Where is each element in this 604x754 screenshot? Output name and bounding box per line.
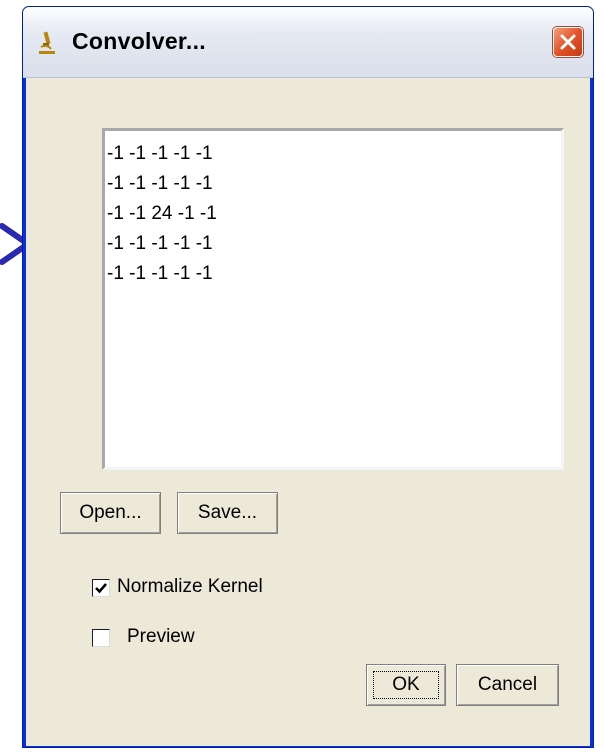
- kernel-textarea[interactable]: -1 -1 -1 -1 -1 -1 -1 -1 -1 -1 -1 -1 24 -…: [102, 128, 564, 470]
- dialog-body: -1 -1 -1 -1 -1 -1 -1 -1 -1 -1 -1 -1 24 -…: [26, 78, 590, 746]
- kernel-row: -1 -1 -1 -1 -1: [107, 173, 213, 194]
- convolver-dialog: Convolver... -1 -1 -1 -1 -1 -1 -1 -1 -1 …: [22, 6, 594, 748]
- save-button[interactable]: Save...: [177, 492, 278, 534]
- focus-ring: [373, 671, 439, 699]
- title-bar[interactable]: Convolver...: [23, 7, 593, 78]
- checkmark-icon: [95, 583, 107, 594]
- close-button[interactable]: [553, 27, 583, 57]
- window-title: Convolver...: [72, 28, 206, 54]
- kernel-row: -1 -1 24 -1 -1: [107, 203, 217, 224]
- ok-button[interactable]: OK: [366, 664, 446, 706]
- microscope-icon: [39, 31, 55, 54]
- normalize-kernel-checkbox[interactable]: [92, 579, 110, 597]
- kernel-row: -1 -1 -1 -1 -1: [107, 143, 213, 164]
- cancel-button[interactable]: Cancel: [456, 664, 559, 706]
- normalize-kernel-label: Normalize Kernel: [117, 576, 263, 597]
- preview-checkbox[interactable]: [92, 629, 110, 647]
- kernel-row: -1 -1 -1 -1 -1: [107, 233, 213, 254]
- open-button[interactable]: Open...: [60, 492, 161, 534]
- preview-label: Preview: [127, 626, 195, 647]
- close-icon: [560, 34, 576, 50]
- kernel-row: -1 -1 -1 -1 -1: [107, 263, 213, 284]
